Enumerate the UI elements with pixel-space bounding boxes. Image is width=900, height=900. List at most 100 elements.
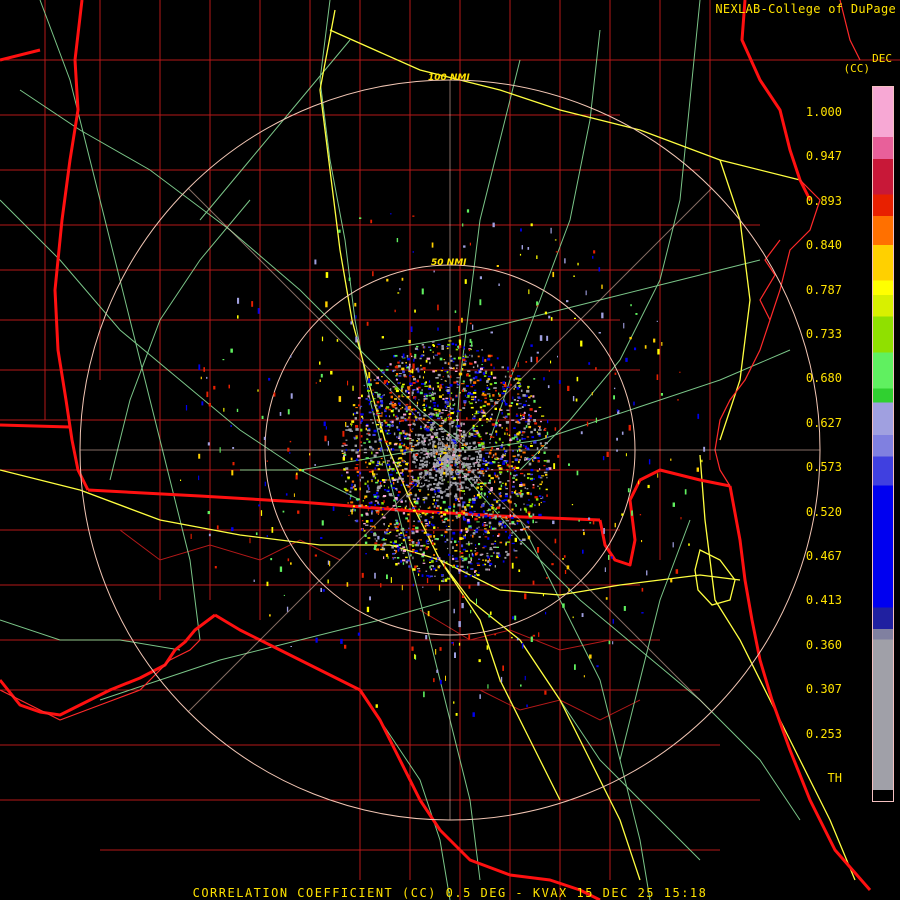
echo-pixel: [533, 399, 536, 403]
echo-pixel: [412, 583, 414, 587]
echo-pixel: [399, 457, 403, 459]
echo-pixel: [438, 395, 442, 398]
echo-pixel: [450, 460, 454, 464]
echo-pixel: [563, 555, 566, 558]
echo-pixel: [518, 460, 520, 464]
echo-pixel: [388, 415, 391, 418]
echo-pixel: [538, 632, 540, 637]
echo-pixel: [412, 445, 415, 448]
echo-pixel: [503, 399, 506, 402]
echo-pixel: [355, 458, 359, 461]
echo-pixel: [345, 467, 349, 470]
echo-pixel: [424, 474, 427, 476]
echo-pixel: [494, 542, 496, 545]
echo-pixel: [380, 404, 383, 407]
echo-pixel: [516, 403, 519, 406]
echo-pixel: [407, 424, 412, 426]
echo-pixel: [376, 419, 379, 422]
echo-pixel: [400, 419, 404, 422]
echo-pixel: [450, 492, 452, 496]
echo-pixel: [448, 529, 452, 531]
echo-pixel: [519, 484, 523, 486]
echo-pixel: [468, 633, 471, 640]
echo-pixel: [376, 486, 381, 490]
echo-pixel: [495, 430, 498, 433]
echo-pixel: [497, 511, 500, 513]
echo-pixel: [630, 304, 632, 307]
echo-pixel: [428, 413, 430, 416]
echo-pixel: [540, 445, 544, 447]
echo-pixel: [527, 422, 530, 425]
echo-pixel: [421, 512, 425, 515]
echo-pixel: [492, 222, 495, 228]
echo-pixel: [596, 665, 599, 668]
echo-pixel: [412, 549, 415, 551]
echo-pixel: [376, 473, 378, 475]
echo-pixel: [411, 394, 413, 396]
echo-pixel: [490, 555, 493, 557]
echo-pixel: [401, 385, 404, 388]
echo-pixel: [355, 407, 358, 409]
echo-pixel: [435, 502, 437, 505]
echo-pixel: [483, 529, 486, 533]
echo-pixel: [411, 646, 414, 651]
echo-pixel: [477, 471, 481, 474]
echo-pixel: [423, 407, 426, 409]
echo-pixel: [477, 581, 480, 586]
echo-pixel: [428, 539, 431, 541]
echo-pixel: [438, 468, 440, 471]
echo-pixel: [373, 404, 378, 407]
echo-pixel: [415, 500, 419, 503]
echo-pixel: [441, 574, 444, 576]
echo-pixel: [527, 473, 531, 475]
echo-pixel: [473, 415, 476, 418]
echo-pixel: [378, 421, 381, 423]
echo-pixel: [402, 383, 405, 386]
echo-pixel: [511, 532, 514, 534]
echo-pixel: [361, 415, 363, 418]
echo-pixel: [423, 414, 426, 417]
echo-pixel: [489, 513, 493, 516]
echo-pixel: [345, 480, 347, 483]
echo-pixel: [521, 431, 525, 434]
echo-pixel: [530, 356, 533, 363]
echo-pixel: [185, 405, 188, 411]
echo-pixel: [478, 526, 480, 529]
echo-pixel: [411, 355, 413, 358]
echo-pixel: [387, 449, 388, 452]
echo-pixel: [445, 475, 447, 478]
echo-pixel: [413, 423, 416, 426]
echo-pixel: [468, 432, 471, 435]
echo-pixel: [203, 367, 205, 372]
echo-pixel: [564, 258, 566, 264]
echo-pixel: [440, 445, 442, 448]
echo-pixel: [400, 560, 402, 563]
echo-pixel: [378, 378, 380, 381]
echo-pixel: [393, 443, 398, 446]
echo-pixel: [293, 493, 295, 497]
echo-pixel: [457, 565, 459, 567]
echo-pixel: [504, 417, 507, 419]
echo-pixel: [520, 472, 524, 475]
echo-pixel: [374, 504, 376, 506]
echo-pixel: [473, 447, 476, 450]
echo-pixel: [290, 393, 293, 399]
echo-pixel: [493, 498, 496, 501]
echo-pixel: [351, 449, 355, 452]
echo-pixel: [512, 396, 514, 400]
echo-pixel: [482, 463, 486, 465]
echo-pixel: [634, 347, 637, 351]
echo-pixel: [524, 421, 528, 423]
echo-pixel: [201, 401, 204, 406]
echo-pixel: [498, 492, 501, 496]
echo-pixel: [484, 370, 488, 372]
echo-pixel: [507, 499, 510, 502]
echo-pixel: [484, 397, 487, 399]
echo-pixel: [616, 409, 619, 412]
echo-pixel: [446, 528, 449, 531]
echo-pixel: [486, 552, 489, 555]
echo-pixel: [414, 353, 417, 357]
echo-pixel: [432, 402, 437, 404]
echo-pixel: [502, 507, 506, 509]
echo-pixel: [375, 382, 379, 385]
